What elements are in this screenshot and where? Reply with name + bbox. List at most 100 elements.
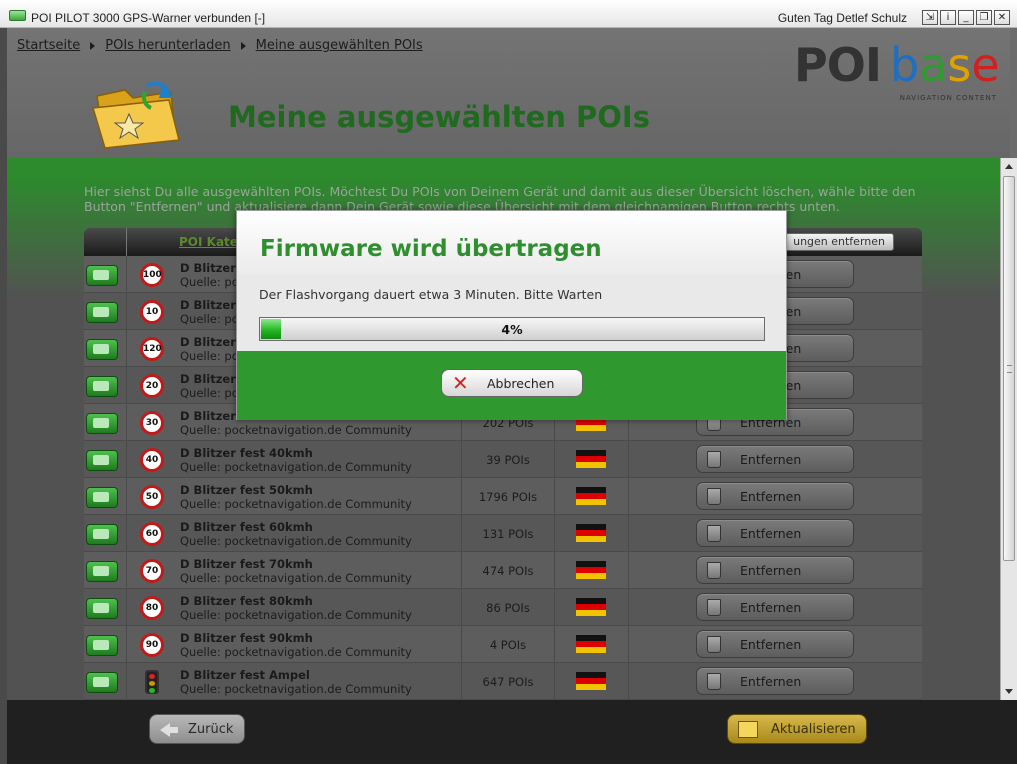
poi-count: 647 POIs [482,675,534,689]
remove-button[interactable]: Entfernen [696,482,854,510]
close-button[interactable]: ✕ [994,10,1010,25]
back-button-label: Zurück [188,722,234,737]
remove-all-button[interactable]: ungen entfernen [784,233,894,251]
logo-base-text: base [890,38,1000,92]
table-row: 40 D Blitzer fest 40kmh Quelle: pocketna… [84,441,922,478]
remove-button[interactable]: Entfernen [696,519,854,547]
dialog-title: Firmware wird übertragen [260,236,602,262]
minimize-button[interactable]: _ [958,10,974,25]
remove-button-label: Entfernen [740,452,802,467]
column-divider [126,293,127,330]
gps-device-icon [9,10,26,21]
poi-category-name: D Blitzer [180,372,236,386]
update-button[interactable]: Aktualisieren [727,714,867,744]
column-divider [628,478,629,515]
dialog-body: Der Flashvorgang dauert etwa 3 Minuten. … [237,275,786,351]
poi-count: 86 POIs [486,601,530,615]
table-row: 60 D Blitzer fest 60kmh Quelle: pocketna… [84,515,922,552]
column-divider [126,589,127,626]
trash-icon [707,451,721,468]
cancel-button-label: Abbrechen [487,376,555,391]
remove-button[interactable]: Entfernen [696,445,854,473]
column-divider [126,367,127,404]
scroll-thumb[interactable] [1003,176,1015,561]
column-divider [628,626,629,663]
remove-button-label: Entfernen [740,526,802,541]
germany-flag-icon [576,672,606,690]
trash-icon [707,525,721,542]
firmware-dialog: Firmware wird übertragen Der Flashvorgan… [236,210,787,420]
remove-button-label: Entfernen [740,563,802,578]
table-row: 50 D Blitzer fest 50kmh Quelle: pocketna… [84,478,922,515]
poi-category-name: D Blitzer fest 40kmh [180,446,313,460]
table-row: 80 D Blitzer fest 80kmh Quelle: pocketna… [84,589,922,626]
window-titlebar: POI PILOT 3000 GPS-Warner verbunden [-] … [0,0,1017,28]
column-divider [126,228,127,256]
vertical-scrollbar[interactable] [1000,158,1017,700]
speed-limit-sign-icon: 10 [140,300,164,324]
header-category-link[interactable]: POI Kate [179,235,238,249]
poi-source: Quelle: pocketnavigation.de Community [180,497,412,511]
remove-button-label: Entfernen [740,637,802,652]
info-button[interactable]: i [940,10,956,25]
column-divider [554,441,555,478]
breadcrumb-home-link[interactable]: Startseite [17,38,80,53]
page-header: Startseite POIs herunterladen Meine ausg… [7,28,1010,158]
breadcrumb-download-link[interactable]: POIs herunterladen [105,38,230,53]
poi-count: 474 POIs [482,564,534,578]
progress-percent-text: 4% [501,322,523,337]
speed-limit-sign-icon: 30 [140,411,164,435]
column-divider [628,441,629,478]
device-status-icon [86,487,118,508]
trash-icon [707,488,721,505]
column-divider [126,552,127,589]
poi-category-name: D Blitzer [180,335,236,349]
dialog-header: Firmware wird übertragen [237,211,786,275]
column-divider [628,552,629,589]
poi-count: 39 POIs [486,453,530,467]
poibase-logo: POI base NAVIGATION CONTENT [794,38,1000,102]
logo-letter: s [947,38,972,92]
maximize-button[interactable]: ❐ [976,10,992,25]
trash-icon [707,562,721,579]
column-divider [628,589,629,626]
remove-button[interactable]: Entfernen [696,630,854,658]
remove-button[interactable]: Entfernen [696,593,854,621]
poi-source: Quelle: pocketnavigation.de Community [180,608,412,622]
germany-flag-icon [576,561,606,579]
remove-button[interactable]: Entfernen [696,556,854,584]
speed-limit-sign-icon: 90 [140,633,164,657]
device-status-icon [86,598,118,619]
poi-count: 1796 POIs [478,490,538,504]
breadcrumb-current-link[interactable]: Meine ausgewählten POIs [256,38,423,53]
scroll-up-icon[interactable] [1005,164,1013,169]
poi-category-name: D Blitzer [180,298,236,312]
trash-icon [707,636,721,653]
column-divider [554,663,555,700]
germany-flag-icon [576,524,606,542]
speed-limit-sign-icon: 100 [140,263,164,287]
column-divider [126,404,127,441]
germany-flag-icon [576,450,606,468]
column-divider [126,330,127,367]
poi-category-name: D Blitzer fest 80kmh [180,594,313,608]
device-status-icon [86,672,118,693]
column-divider [126,256,127,293]
restore-layout-button[interactable]: ⇲ [922,10,938,25]
scroll-down-icon[interactable] [1005,689,1013,694]
table-row: 70 D Blitzer fest 70kmh Quelle: pocketna… [84,552,922,589]
table-row: 90 D Blitzer fest 90kmh Quelle: pocketna… [84,626,922,663]
column-divider [554,552,555,589]
remove-button[interactable]: Entfernen [696,667,854,695]
column-divider [126,441,127,478]
cancel-button[interactable]: ✕ Abbrechen [441,369,583,397]
back-button[interactable]: Zurück [149,714,245,744]
column-divider [554,478,555,515]
poi-category-name: D Blitzer [180,261,236,275]
poi-source: Quelle: pocketnavigation.de Community [180,645,412,659]
device-status-icon [86,265,118,286]
logo-poi-text: POI [794,38,882,92]
remove-button-label: Entfernen [740,600,802,615]
speed-limit-sign-icon: 40 [140,448,164,472]
poi-count: 131 POIs [482,527,534,541]
